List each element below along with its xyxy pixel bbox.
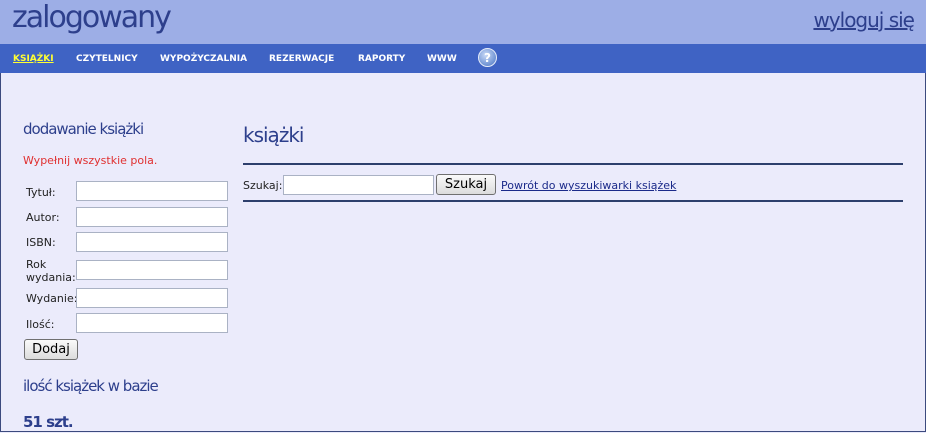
book-count-value: 51 szt. <box>23 413 74 431</box>
divider-bottom <box>243 200 903 202</box>
field-label-edition: Wydanie: <box>26 292 78 305</box>
edition-input[interactable] <box>76 288 228 308</box>
nav-item-reservations[interactable]: REZERWACJE <box>269 54 334 64</box>
search-label: Szukaj: <box>243 179 283 192</box>
title-input[interactable] <box>76 181 228 201</box>
quantity-input[interactable] <box>76 313 228 333</box>
nav-item-reports[interactable]: RAPORTY <box>358 54 405 64</box>
isbn-input[interactable] <box>76 232 228 252</box>
search-input[interactable] <box>283 175 434 195</box>
page-title: książki <box>243 123 304 147</box>
add-book-title: dodawanie książki <box>23 120 144 138</box>
logout-link[interactable]: wyloguj się <box>813 8 915 32</box>
author-input[interactable] <box>76 207 228 227</box>
year-input[interactable] <box>76 260 228 280</box>
page-logo-title: zalogowany <box>12 0 172 35</box>
field-label-year: Rok wydania: <box>26 258 76 284</box>
nav-item-lending[interactable]: WYPOŻYCZALNIA <box>160 54 247 64</box>
divider-top <box>243 163 903 165</box>
back-to-search-link[interactable]: Powrót do wyszukiwarki książek <box>501 179 676 192</box>
field-label-author: Autor: <box>26 211 60 224</box>
field-label-isbn: ISBN: <box>26 236 56 249</box>
nav-item-www[interactable]: WWW <box>427 54 457 64</box>
search-button[interactable]: Szukaj <box>436 174 496 195</box>
help-icon[interactable]: ? <box>478 48 497 67</box>
field-label-title: Tytuł: <box>26 186 56 199</box>
nav-item-books[interactable]: KSIĄŻKI <box>13 54 54 64</box>
book-count-title: ilość książek w bazie <box>23 377 159 395</box>
main-nav: KSIĄŻKI CZYTELNICY WYPOŻYCZALNIA REZERWA… <box>0 44 926 73</box>
form-error-message: Wypełnij wszystkie pola. <box>23 154 158 167</box>
nav-item-readers[interactable]: CZYTELNICY <box>76 54 138 64</box>
header: zalogowany wyloguj się <box>0 0 926 44</box>
field-label-quantity: Ilość: <box>26 318 55 331</box>
add-book-button[interactable]: Dodaj <box>24 339 78 360</box>
